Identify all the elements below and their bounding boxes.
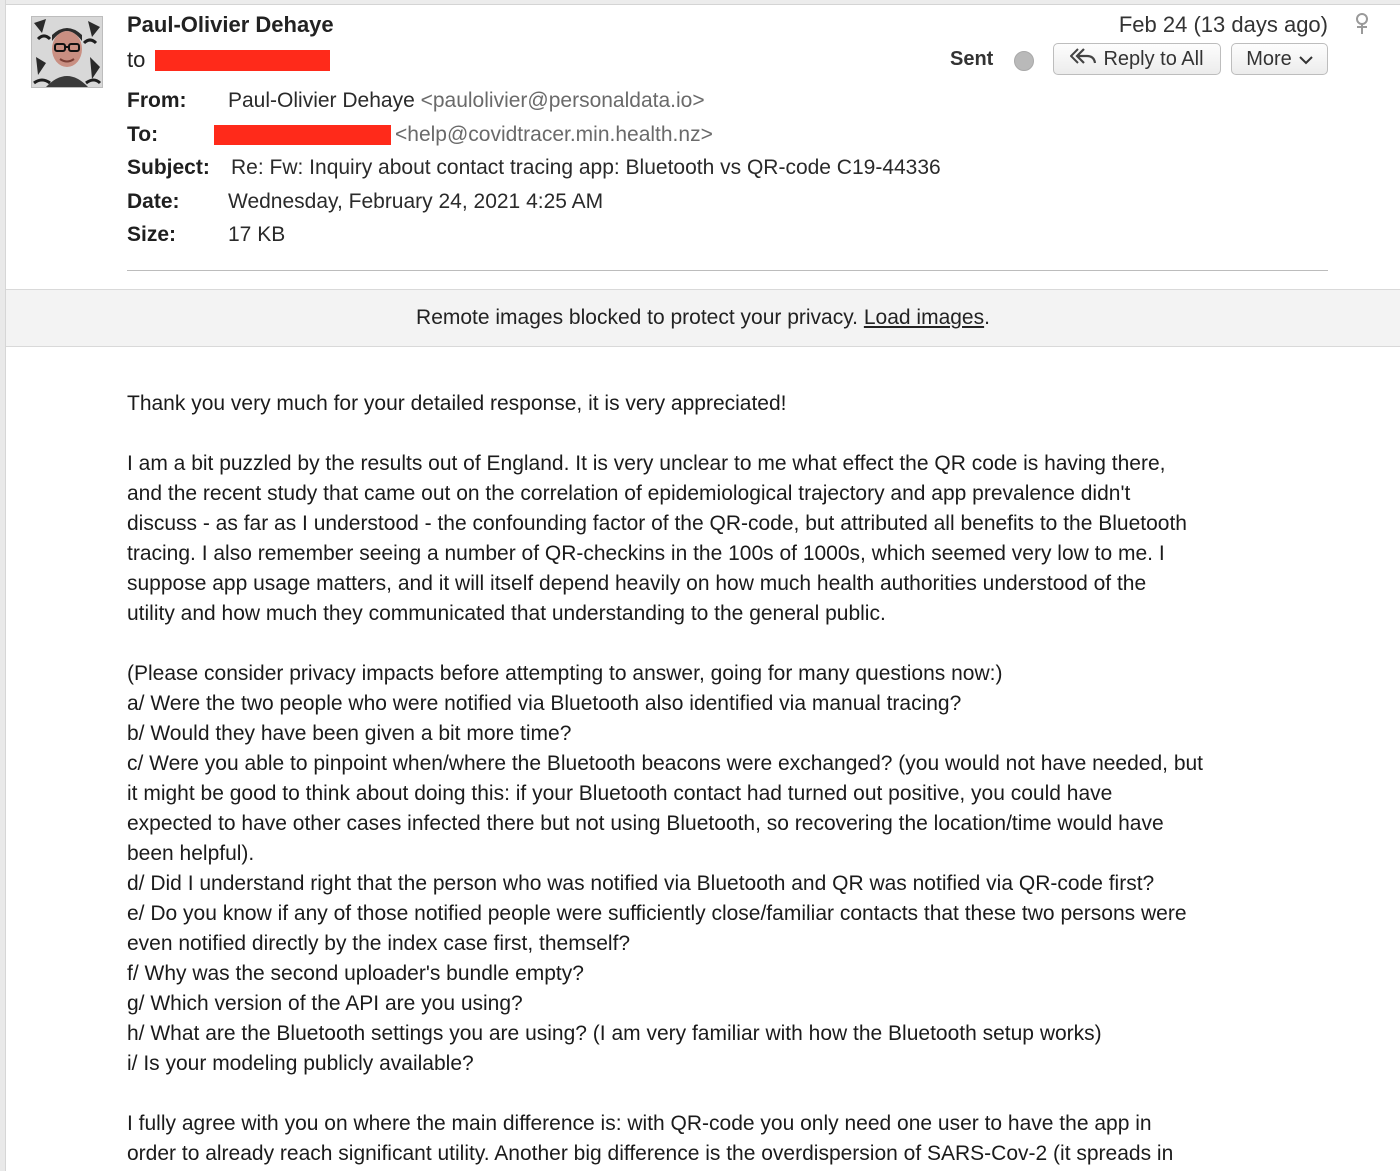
from-address[interactable]: <paulolivier@personaldata.io> bbox=[421, 89, 705, 112]
redacted-recipient bbox=[155, 50, 330, 71]
load-images-link[interactable]: Load images bbox=[864, 306, 984, 330]
date-value: Wednesday, February 24, 2021 4:25 AM bbox=[228, 190, 604, 213]
body-paragraph: I am a bit puzzled by the results out of… bbox=[127, 452, 1187, 625]
from-label: From: bbox=[127, 89, 187, 112]
from-name[interactable]: Paul-Olivier Dehaye bbox=[228, 89, 415, 112]
sender-avatar bbox=[31, 16, 103, 88]
remote-images-banner: Remote images blocked to protect your pr… bbox=[6, 289, 1400, 347]
size-value: 17 KB bbox=[228, 223, 286, 246]
banner-text: Remote images blocked to protect your pr… bbox=[416, 306, 859, 329]
more-label: More bbox=[1246, 47, 1292, 70]
subject-label: Subject: bbox=[127, 156, 210, 179]
pin-icon[interactable] bbox=[1352, 12, 1372, 36]
body-paragraph: (Please consider privacy impacts before … bbox=[127, 662, 1204, 1075]
body-paragraph: Thank you very much for your detailed re… bbox=[127, 392, 787, 415]
reply-all-button[interactable]: Reply to All bbox=[1053, 43, 1221, 75]
size-label: Size: bbox=[127, 223, 177, 246]
window-top-edge bbox=[0, 0, 1400, 5]
reply-all-label: Reply to All bbox=[1103, 47, 1204, 70]
redacted-to-name bbox=[214, 125, 391, 145]
header-divider bbox=[127, 270, 1328, 271]
reply-all-icon bbox=[1070, 47, 1097, 71]
from-value: Paul-Olivier Dehaye <paulolivier@persona… bbox=[228, 89, 705, 113]
date-short: Feb 24 (13 days ago) bbox=[1118, 12, 1328, 37]
to-label: To: bbox=[127, 123, 159, 146]
chevron-down-icon bbox=[1299, 48, 1313, 71]
status-label: Sent bbox=[950, 48, 994, 70]
banner-suffix: . bbox=[984, 306, 990, 329]
to-value: <help@covidtracer.min.health.nz> bbox=[395, 123, 713, 147]
status-dot-icon bbox=[1014, 51, 1034, 71]
to-address[interactable]: <help@covidtracer.min.health.nz> bbox=[395, 123, 713, 146]
recipient-label: to bbox=[127, 47, 146, 72]
message-body: Thank you very much for your detailed re… bbox=[127, 389, 1337, 1169]
subject-value: Re: Fw: Inquiry about contact tracing ap… bbox=[231, 156, 941, 179]
window-left-edge bbox=[0, 0, 6, 1171]
more-button[interactable]: More bbox=[1231, 43, 1328, 75]
body-paragraph: I fully agree with you on where the main… bbox=[127, 1112, 1174, 1165]
date-label: Date: bbox=[127, 190, 180, 213]
sender-name[interactable]: Paul-Olivier Dehaye bbox=[127, 12, 334, 38]
